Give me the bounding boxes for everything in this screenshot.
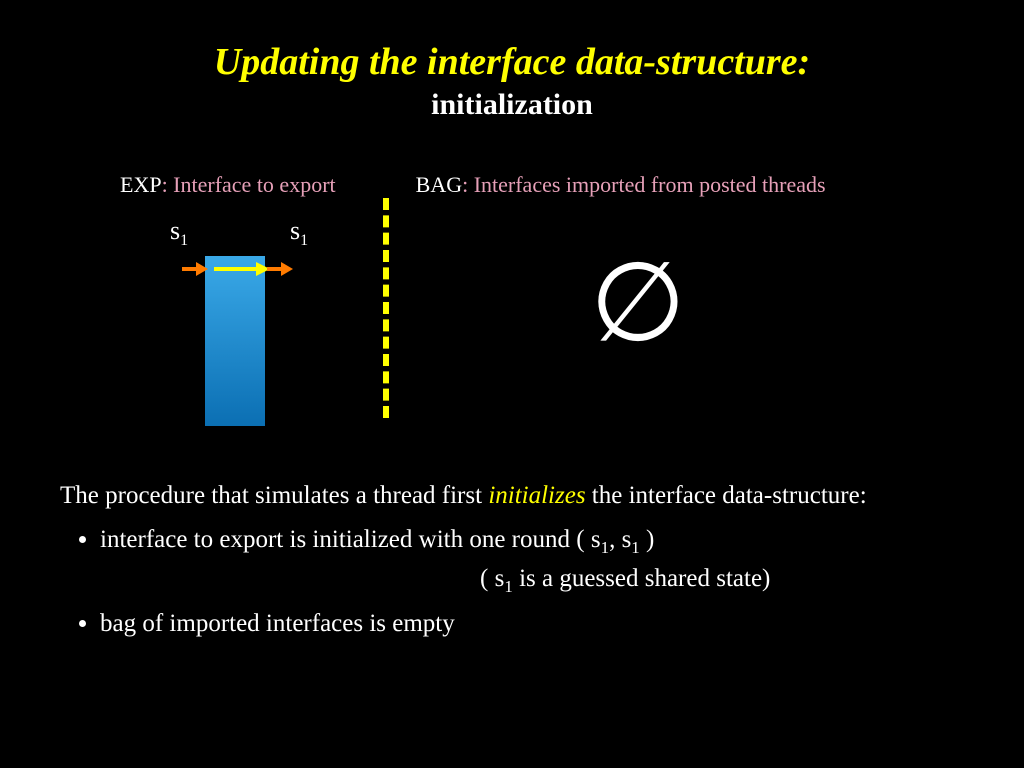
s1-right-label: s1: [290, 216, 308, 250]
bullet1-mid: , s: [609, 526, 631, 553]
bullet1-em: interface to export: [100, 526, 283, 553]
bullet-list-2: bag of imported interfaces is empty: [60, 605, 964, 643]
blue-box: [205, 256, 265, 426]
bullet-1: interface to export is initialized with …: [100, 521, 964, 561]
arrow-yellow-icon: [212, 260, 270, 278]
bag-label: BAG: Interfaces imported from posted thr…: [416, 172, 826, 198]
bullet1-end: ): [640, 526, 655, 553]
slide-title: Updating the interface data-structure:: [60, 40, 964, 84]
para-emphasis: initializes: [488, 482, 585, 509]
vertical-divider: [383, 198, 389, 418]
para-post: the interface data-structure:: [586, 482, 867, 509]
arrow-orange-left-icon: [180, 260, 208, 278]
aside-pre: ( s: [480, 565, 504, 592]
s1-left-label: s1: [170, 216, 188, 250]
bag-head: BAG: [416, 172, 462, 197]
diagram-area: s1 s1 ∅: [60, 208, 964, 448]
aside-sub: 1: [504, 577, 513, 596]
body-paragraph: The procedure that simulates a thread fi…: [60, 478, 964, 513]
bullet1-rest: is initialized with one round ( s: [283, 526, 600, 553]
aside-post: is a guessed shared state): [513, 565, 771, 592]
aside-text: ( s1 is a guessed shared state): [480, 565, 964, 597]
bullet2-pre: bag of: [100, 610, 169, 637]
slide: Updating the interface data-structure: i…: [0, 0, 1024, 768]
bullet-2: bag of imported interfaces is empty: [100, 605, 964, 643]
exp-desc: : Interface to export: [162, 172, 336, 197]
labels-row: EXP: Interface to export BAG: Interfaces…: [60, 172, 964, 198]
empty-set-symbol: ∅: [590, 238, 686, 366]
bullet2-em: imported interfaces: [169, 610, 363, 637]
exp-head: EXP: [120, 172, 162, 197]
bag-desc: : Interfaces imported from posted thread…: [462, 172, 825, 197]
arrow-orange-right-icon: [265, 260, 293, 278]
bullet1-sub1: 1: [601, 538, 610, 557]
bullet-list: interface to export is initialized with …: [60, 521, 964, 561]
exp-label: EXP: Interface to export: [120, 172, 336, 198]
para-pre: The procedure that simulates a thread fi…: [60, 482, 488, 509]
slide-subtitle: initialization: [60, 88, 964, 122]
bullet1-sub2: 1: [631, 538, 640, 557]
bullet2-post: is empty: [363, 610, 455, 637]
